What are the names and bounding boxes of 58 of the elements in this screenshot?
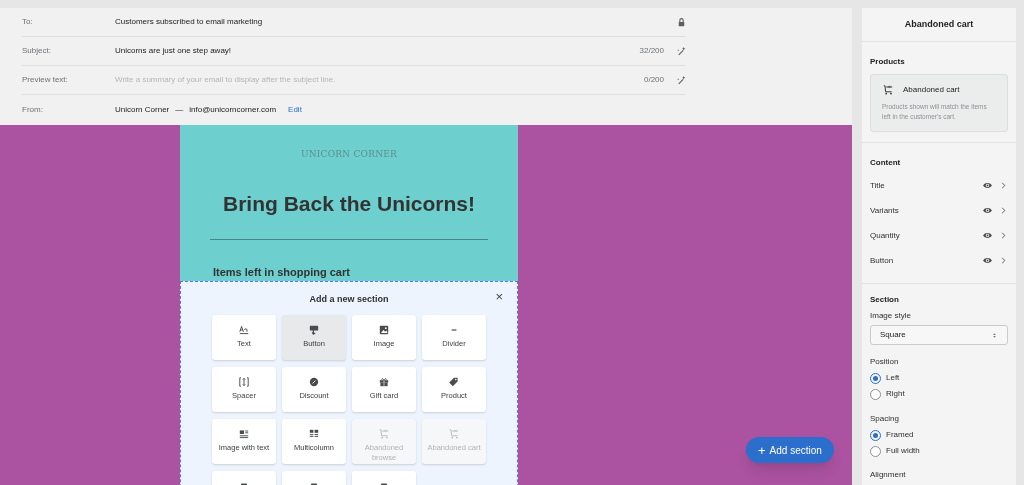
add-section-button[interactable]: + Add section bbox=[746, 437, 834, 463]
radio-button[interactable] bbox=[870, 388, 881, 400]
radio-option[interactable]: Right bbox=[870, 386, 1008, 402]
select-arrows-icon bbox=[991, 330, 998, 340]
sender-name: Unicorn Corner bbox=[115, 103, 170, 116]
close-button[interactable]: × bbox=[495, 289, 503, 303]
content-item[interactable]: Title bbox=[870, 173, 1008, 198]
field-label: Preview text: bbox=[22, 74, 69, 86]
character-count: 0/200 bbox=[643, 74, 664, 86]
section-heading: Content bbox=[870, 157, 902, 169]
card-title: Abandoned cart bbox=[903, 84, 960, 96]
section-heading: Products bbox=[870, 56, 906, 68]
field-label: Spacing bbox=[870, 413, 900, 425]
image-icon bbox=[378, 324, 390, 336]
discount-badge-icon bbox=[308, 376, 320, 388]
picker-title: Add a new section bbox=[309, 292, 389, 306]
email-headline: Bring Back the Unicorns! bbox=[222, 190, 475, 217]
content-item[interactable]: Quantity bbox=[870, 223, 1008, 248]
image-style-select[interactable]: Square bbox=[870, 325, 1008, 345]
edit-link[interactable]: Edit bbox=[288, 103, 302, 116]
content-item[interactable]: Button bbox=[870, 248, 1008, 273]
section-heading: Items left in shopping cart bbox=[213, 265, 350, 280]
cart-icon bbox=[378, 428, 390, 440]
field-label: To: bbox=[22, 16, 34, 28]
section-heading: Section bbox=[870, 294, 900, 306]
button-cursor-icon bbox=[308, 324, 320, 336]
character-count: 32/200 bbox=[639, 45, 664, 57]
radio-option[interactable]: Framed bbox=[870, 427, 1008, 443]
gift-icon bbox=[378, 376, 390, 388]
field-label: Position bbox=[870, 356, 900, 368]
cart-icon bbox=[448, 428, 460, 440]
dash-separator: — bbox=[175, 103, 184, 116]
field-value: Customers subscribed to email marketing bbox=[115, 16, 263, 28]
radio-option[interactable]: Full width bbox=[870, 443, 1008, 459]
spacer-icon bbox=[238, 376, 250, 388]
columns-icon bbox=[308, 428, 320, 440]
chevron-right-icon bbox=[999, 231, 1008, 240]
magic-wand-icon bbox=[676, 45, 687, 57]
sidebar-title: Abandoned cart bbox=[904, 17, 974, 31]
field-label: From: bbox=[22, 103, 44, 116]
field-label: Subject: bbox=[22, 45, 52, 57]
radio-button[interactable] bbox=[870, 445, 881, 457]
text-style-icon bbox=[238, 324, 250, 336]
chevron-right-icon bbox=[999, 206, 1008, 215]
tag-icon bbox=[448, 376, 460, 388]
lock-icon bbox=[676, 16, 687, 28]
field-value: Unicorns are just one step away! bbox=[115, 45, 232, 57]
chevron-right-icon bbox=[999, 256, 1008, 265]
field-label: Alignment bbox=[870, 469, 907, 481]
image-with-text-icon bbox=[238, 428, 250, 440]
brand-name: UNICORN CORNER bbox=[300, 148, 398, 161]
field-label: Image style bbox=[870, 310, 912, 322]
cart-icon bbox=[882, 84, 894, 96]
magic-wand-icon bbox=[676, 74, 687, 86]
content-item[interactable]: Variants bbox=[870, 198, 1008, 223]
chevron-right-icon bbox=[999, 181, 1008, 190]
radio-option[interactable]: Left bbox=[870, 370, 1008, 386]
sender-email: info@unicorncorner.com bbox=[189, 103, 277, 116]
